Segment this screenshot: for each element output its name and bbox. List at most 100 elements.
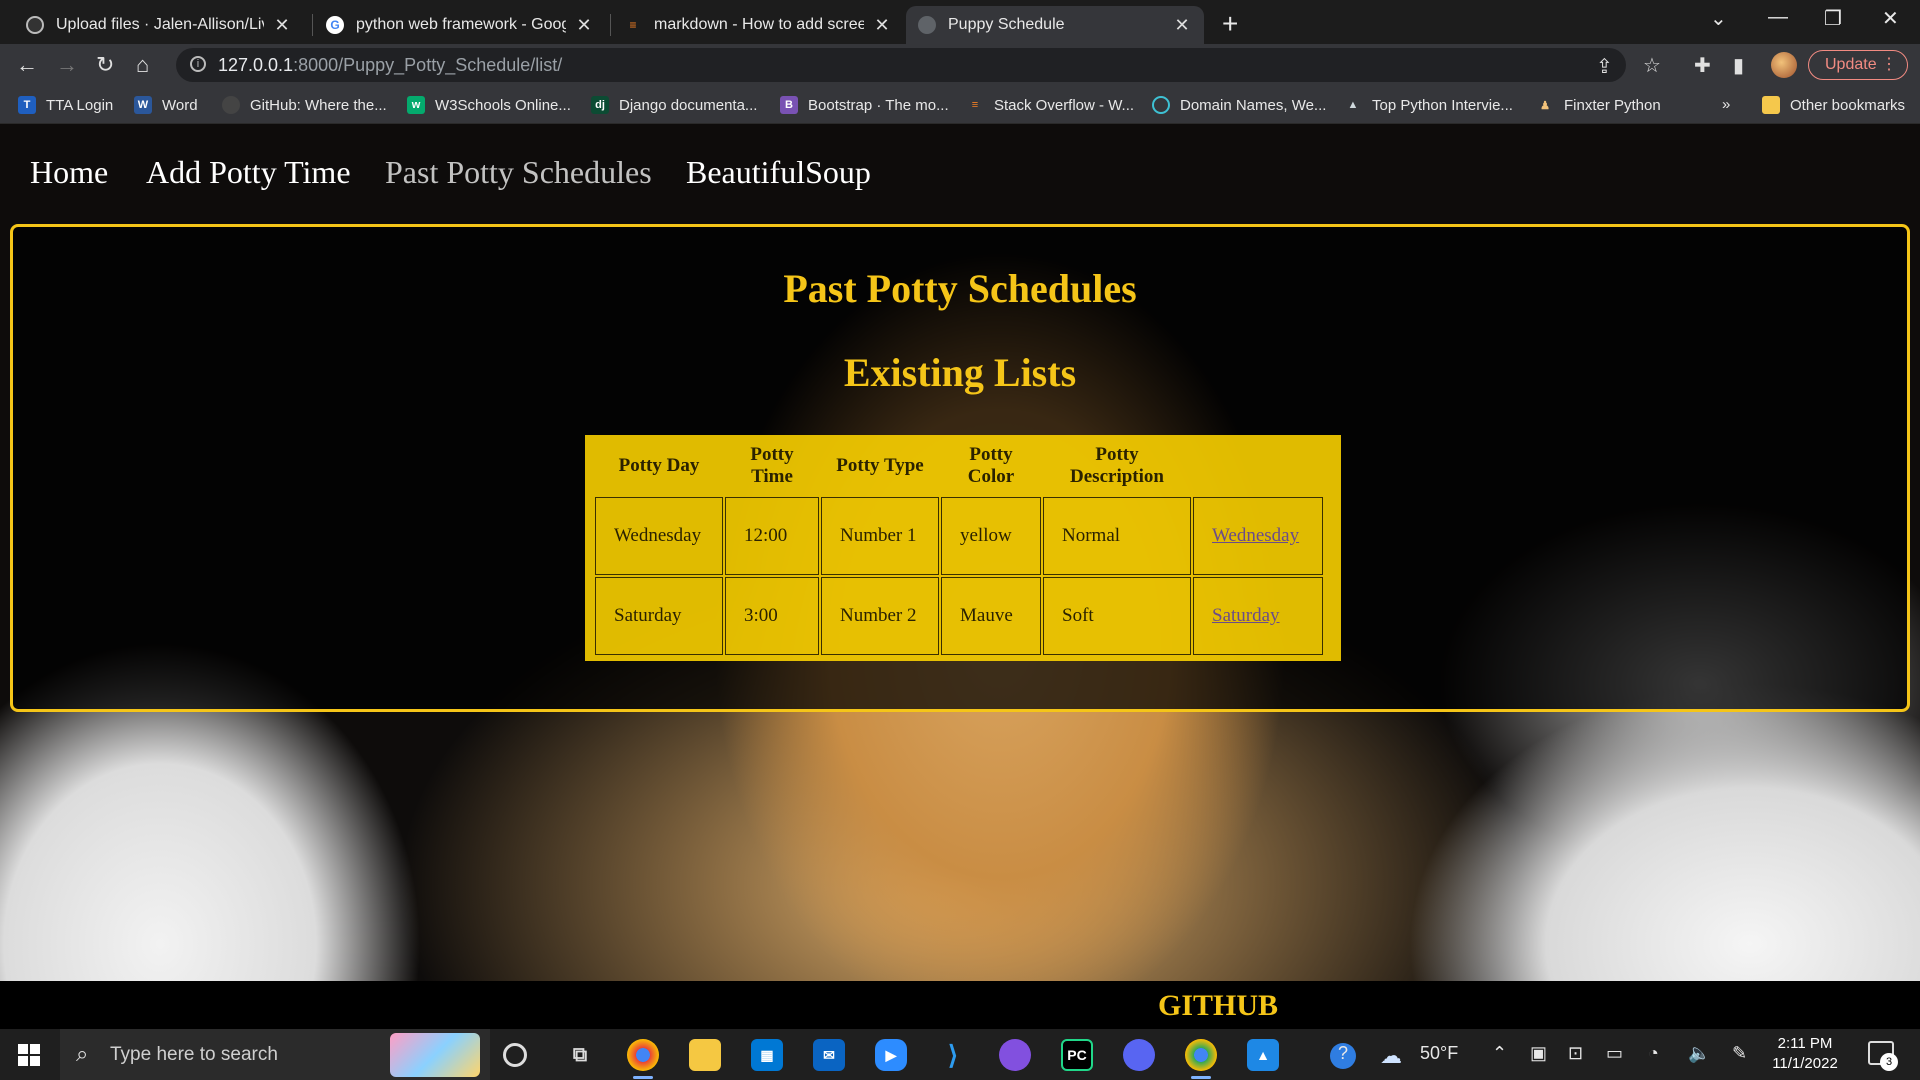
side-panel-icon[interactable]: ▮	[1733, 53, 1744, 78]
reload-icon[interactable]: ↻	[96, 52, 114, 78]
restore-button[interactable]: ❐	[1824, 6, 1842, 31]
share-icon[interactable]: ⇪	[1596, 54, 1613, 79]
nav-home-link[interactable]: Home	[30, 154, 108, 191]
chrome-profile-icon[interactable]	[1185, 1039, 1217, 1079]
bookmark-bootstrap[interactable]: B Bootstrap · The mo...	[780, 96, 949, 114]
other-bookmarks[interactable]: Other bookmarks	[1762, 96, 1905, 114]
profile-avatar[interactable]	[1771, 52, 1797, 78]
meet-now-icon[interactable]: ▣	[1530, 1043, 1547, 1064]
header-potty-type: Potty Type	[836, 455, 924, 476]
notifications-count: 3	[1880, 1053, 1898, 1071]
mountain-icon: ▲	[1347, 99, 1359, 111]
site-info-icon[interactable]: i	[190, 56, 206, 72]
pen-icon[interactable]: ✎	[1732, 1043, 1747, 1064]
row-detail-link[interactable]: Saturday	[1212, 605, 1280, 626]
bookmark-word[interactable]: W Word	[134, 96, 198, 114]
search-placeholder: Type here to search	[110, 1044, 278, 1065]
bookmark-tta-login[interactable]: T TTA Login	[18, 96, 113, 114]
home-icon[interactable]: ⌂	[136, 52, 149, 78]
windows-taskbar: ⌕ Type here to search ⧉ ▦ ✉ ▶ ⟩ PC ▲ ? ☁…	[0, 1029, 1920, 1080]
schedules-panel: Past Potty Schedules Existing Lists Pott…	[10, 224, 1910, 712]
bookmark-star-icon[interactable]: ☆	[1643, 53, 1661, 78]
windows-start-icon[interactable]	[18, 1044, 40, 1066]
task-view-icon[interactable]: ⧉	[564, 1039, 596, 1071]
header-potty-description: Potty Description	[1070, 444, 1164, 487]
mail-icon[interactable]: ✉	[813, 1039, 845, 1071]
weather-temp[interactable]: 50°F	[1420, 1043, 1458, 1064]
cell-day: Wednesday	[595, 497, 723, 575]
taskbar-clock[interactable]: 2:11 PM 11/1/2022	[1760, 1034, 1850, 1074]
bookmarks-overflow-button[interactable]: »	[1722, 96, 1730, 113]
section-title: Existing Lists	[843, 350, 1077, 395]
address-bar[interactable]: i 127.0.0.1:8000/Puppy_Potty_Schedule/li…	[176, 48, 1626, 82]
back-icon[interactable]: ←	[16, 52, 38, 78]
bookmark-stackoverflow[interactable]: ≡ Stack Overflow - W...	[966, 96, 1134, 114]
close-icon[interactable]: ✕	[574, 15, 594, 36]
file-explorer-icon[interactable]	[689, 1039, 721, 1071]
cortana-icon[interactable]	[503, 1043, 527, 1067]
chrome-taskbar-icon[interactable]	[627, 1039, 659, 1079]
github-icon	[222, 96, 240, 114]
nav-add-potty-time-link[interactable]: Add Potty Time	[146, 154, 351, 191]
volume-icon[interactable]: 🔈	[1688, 1043, 1710, 1064]
w3schools-icon: w	[407, 96, 425, 114]
django-icon: dj	[591, 96, 609, 114]
browser-tab-strip: Upload files · Jalen-Allison/Live-P ✕ G …	[0, 0, 1920, 44]
nav-beautifulsoup-link[interactable]: BeautifulSoup	[686, 154, 871, 191]
search-icon: ⌕	[76, 1041, 89, 1066]
battery-icon[interactable]: ▭	[1606, 1043, 1623, 1064]
vscode-icon[interactable]: ⟩	[937, 1039, 969, 1071]
help-icon[interactable]: ?	[1330, 1043, 1356, 1069]
close-icon[interactable]: ✕	[1172, 15, 1192, 36]
nav-past-potty-schedules-link[interactable]: Past Potty Schedules	[385, 154, 652, 191]
cell-description: Soft	[1043, 577, 1191, 655]
minimize-button[interactable]: —	[1768, 6, 1788, 29]
tab-google-search[interactable]: G python web framework - Google ✕	[314, 6, 606, 44]
close-icon[interactable]: ✕	[872, 15, 892, 36]
wifi-icon[interactable]: ◔	[1648, 1043, 1659, 1064]
header-link	[1193, 437, 1323, 495]
update-button[interactable]: Update ⋮	[1808, 50, 1908, 80]
close-window-button[interactable]: ✕	[1882, 6, 1899, 31]
screen-capture-icon[interactable]: ⊡	[1568, 1043, 1583, 1064]
header-potty-time: Potty Time	[750, 444, 794, 487]
url-text[interactable]: 127.0.0.1:8000/Puppy_Potty_Schedule/list…	[218, 55, 562, 76]
tab-title: Puppy Schedule	[948, 16, 1065, 33]
bookmark-top-python[interactable]: ▲ Top Python Intervie...	[1344, 96, 1513, 114]
close-icon[interactable]: ✕	[272, 15, 292, 36]
domain-icon	[1152, 96, 1170, 114]
microsoft-store-icon[interactable]: ▦	[751, 1039, 783, 1071]
extensions-icon[interactable]: ✚	[1694, 53, 1711, 78]
bookmark-github[interactable]: GitHub: Where the...	[222, 96, 387, 114]
bookmark-domain-names[interactable]: Domain Names, We...	[1152, 96, 1326, 114]
new-tab-button[interactable]: +	[1222, 8, 1238, 40]
pycharm-icon[interactable]: PC	[1061, 1039, 1093, 1071]
bookmark-finxter[interactable]: ♟ Finxter Python	[1536, 96, 1661, 114]
show-hidden-icons-icon[interactable]: ⌃	[1492, 1043, 1507, 1064]
photos-icon[interactable]: ▲	[1247, 1039, 1279, 1071]
forward-icon[interactable]: →	[56, 52, 78, 78]
tab-search-icon[interactable]: ⌄	[1710, 6, 1727, 31]
zoom-icon[interactable]: ▶	[875, 1039, 907, 1071]
stackoverflow-icon: ≡	[971, 99, 979, 111]
tab-divider	[610, 14, 611, 36]
tab-puppy-schedule[interactable]: Puppy Schedule ✕	[906, 6, 1204, 44]
clock-time: 2:11 PM	[1777, 1035, 1833, 1052]
site-footer: GITHUB	[0, 981, 1920, 1029]
tab-github-upload[interactable]: Upload files · Jalen-Allison/Live-P ✕	[14, 6, 304, 44]
weather-cloud-icon[interactable]: ☁	[1380, 1043, 1402, 1069]
discord-icon[interactable]	[1123, 1039, 1155, 1071]
github-link[interactable]: GITHUB	[0, 989, 1920, 1023]
table-header-row: Potty Day Potty Time Potty Type Potty Co…	[595, 437, 1323, 495]
bookmark-django[interactable]: dj Django documenta...	[591, 96, 757, 114]
row-detail-link[interactable]: Wednesday	[1212, 525, 1299, 546]
bootstrap-icon: B	[780, 96, 798, 114]
bookmark-w3schools[interactable]: w W3Schools Online...	[407, 96, 571, 114]
github-desktop-icon[interactable]	[999, 1039, 1031, 1071]
page-title: Past Potty Schedules	[783, 266, 1137, 311]
taskbar-search-box[interactable]: ⌕ Type here to search	[60, 1029, 490, 1080]
cell-color: Mauve	[941, 577, 1041, 655]
menu-dots-icon[interactable]: ⋮	[1881, 51, 1897, 79]
table-row: Saturday 3:00 Number 2 Mauve Soft Saturd…	[595, 577, 1323, 655]
tab-stackoverflow[interactable]: ≡ markdown - How to add screensh ✕	[612, 6, 904, 44]
